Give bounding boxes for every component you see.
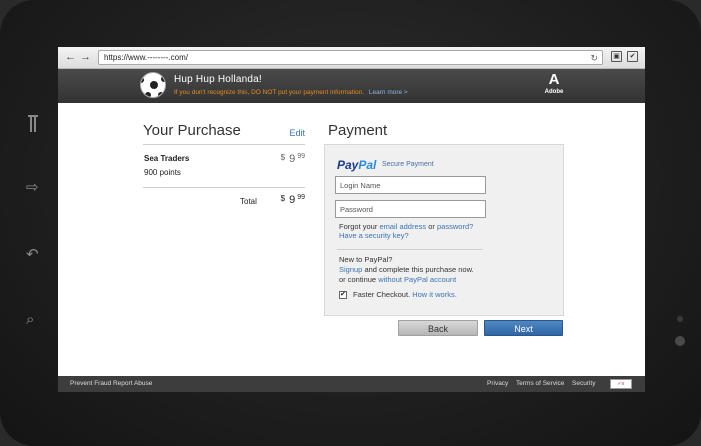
- forgot-prefix: Forgot your: [339, 222, 378, 231]
- total-price: $9 99: [281, 194, 305, 206]
- faster-checkout-label: Faster Checkout.: [353, 290, 411, 299]
- item-name: Sea Traders: [144, 154, 190, 163]
- forgot-password-link[interactable]: password?: [437, 222, 473, 231]
- login-name-input[interactable]: [335, 176, 486, 194]
- reload-icon[interactable]: ↻: [590, 52, 598, 65]
- how-it-works-link[interactable]: How it works.: [412, 290, 457, 299]
- privacy-link[interactable]: Privacy: [487, 380, 508, 387]
- forgot-email-link[interactable]: email address: [379, 222, 426, 231]
- total-cents: 99: [297, 194, 305, 201]
- edit-link[interactable]: Edit: [289, 128, 305, 138]
- divider: [143, 187, 305, 188]
- back-arrow-icon[interactable]: ←: [65, 51, 76, 64]
- address-bar[interactable]: https://www.--------.com/ ↻: [98, 50, 603, 65]
- new-to-paypal-prompt: New to PayPal?: [339, 255, 393, 264]
- learn-more-link[interactable]: Learn more >: [369, 89, 408, 96]
- trust-badge-icon[interactable]: ✓≡: [610, 379, 632, 389]
- item-price-currency: $: [280, 153, 286, 162]
- app-title: Hup Hup Hollanda!: [174, 74, 262, 85]
- bookmark-icon[interactable]: ✔: [627, 51, 638, 62]
- divider: [337, 249, 483, 250]
- adobe-logo: A Adobe: [544, 72, 564, 96]
- new-to-paypal: New to PayPal? Signup and complete this …: [339, 255, 474, 285]
- item-price: $9 99: [281, 153, 305, 165]
- back-hardware-icon[interactable]: ↶: [26, 247, 39, 262]
- search-hardware-icon[interactable]: ⌕: [26, 312, 34, 327]
- purchase-title: Your Purchase: [143, 122, 241, 139]
- item-price-cents: 99: [297, 153, 305, 160]
- camera-dot: [675, 336, 685, 346]
- report-abuse-link[interactable]: Prevent Fraud Report Abuse: [70, 380, 152, 387]
- paypal-logo-pay: Pay: [337, 158, 359, 172]
- adobe-a-icon: A: [548, 71, 560, 88]
- tabs-icon[interactable]: ▣: [611, 51, 622, 62]
- paypal-payment-box: PayPal Secure Payment Forgot your email …: [324, 144, 564, 316]
- faster-checkout-checkbox[interactable]: ✔: [339, 291, 347, 300]
- without-account-link[interactable]: without PayPal account: [378, 275, 456, 284]
- security-key-link[interactable]: Have a security key?: [339, 231, 409, 240]
- secure-payment-label: Secure Payment: [382, 161, 434, 168]
- divider: [143, 144, 305, 145]
- forgot-or: or: [428, 222, 435, 231]
- forward-arrow-icon[interactable]: →: [80, 51, 91, 64]
- signup-rest: and complete this purchase now.: [364, 265, 474, 274]
- next-button[interactable]: Next: [484, 320, 563, 336]
- total-label: Total: [240, 197, 257, 206]
- security-link[interactable]: Security: [572, 380, 595, 387]
- menu-hardware-icon[interactable]: [26, 115, 40, 133]
- sensor-dot: [677, 316, 683, 322]
- continue-prefix: or continue: [339, 275, 377, 284]
- warning-text: If you don't recognize this, DO NOT put …: [174, 89, 365, 96]
- faster-checkout: ✔ Faster Checkout. How it works.: [339, 290, 457, 300]
- security-warning: If you don't recognize this, DO NOT put …: [174, 89, 408, 96]
- url-text: https://www.--------.com/: [104, 53, 188, 62]
- forgot-credentials: Forgot your email address or password? H…: [339, 222, 473, 240]
- app-header: Hup Hup Hollanda! If you don't recognize…: [58, 69, 645, 103]
- browser-toolbar: ← → https://www.--------.com/ ↻ ▣ ✔: [58, 47, 645, 69]
- item-points: 900 points: [144, 168, 181, 177]
- total-dollars: 9: [289, 194, 296, 206]
- item-price-dollars: 9: [289, 153, 296, 165]
- paypal-logo: PayPal: [337, 158, 376, 172]
- footer: Prevent Fraud Report Abuse Privacy Terms…: [58, 376, 645, 392]
- total-currency: $: [280, 194, 286, 203]
- signup-link[interactable]: Signup: [339, 265, 362, 274]
- back-button[interactable]: Back: [398, 320, 478, 336]
- tablet-screen: ← → https://www.--------.com/ ↻ ▣ ✔ Hup …: [58, 47, 645, 392]
- paypal-logo-pal: Pal: [358, 158, 377, 172]
- payment-title: Payment: [328, 122, 388, 139]
- adobe-logo-text: Adobe: [544, 89, 564, 95]
- home-hardware-icon[interactable]: ⇨: [26, 180, 39, 195]
- terms-link[interactable]: Terms of Service: [516, 380, 564, 387]
- password-input[interactable]: [335, 200, 486, 218]
- soccer-ball-icon: [140, 72, 166, 98]
